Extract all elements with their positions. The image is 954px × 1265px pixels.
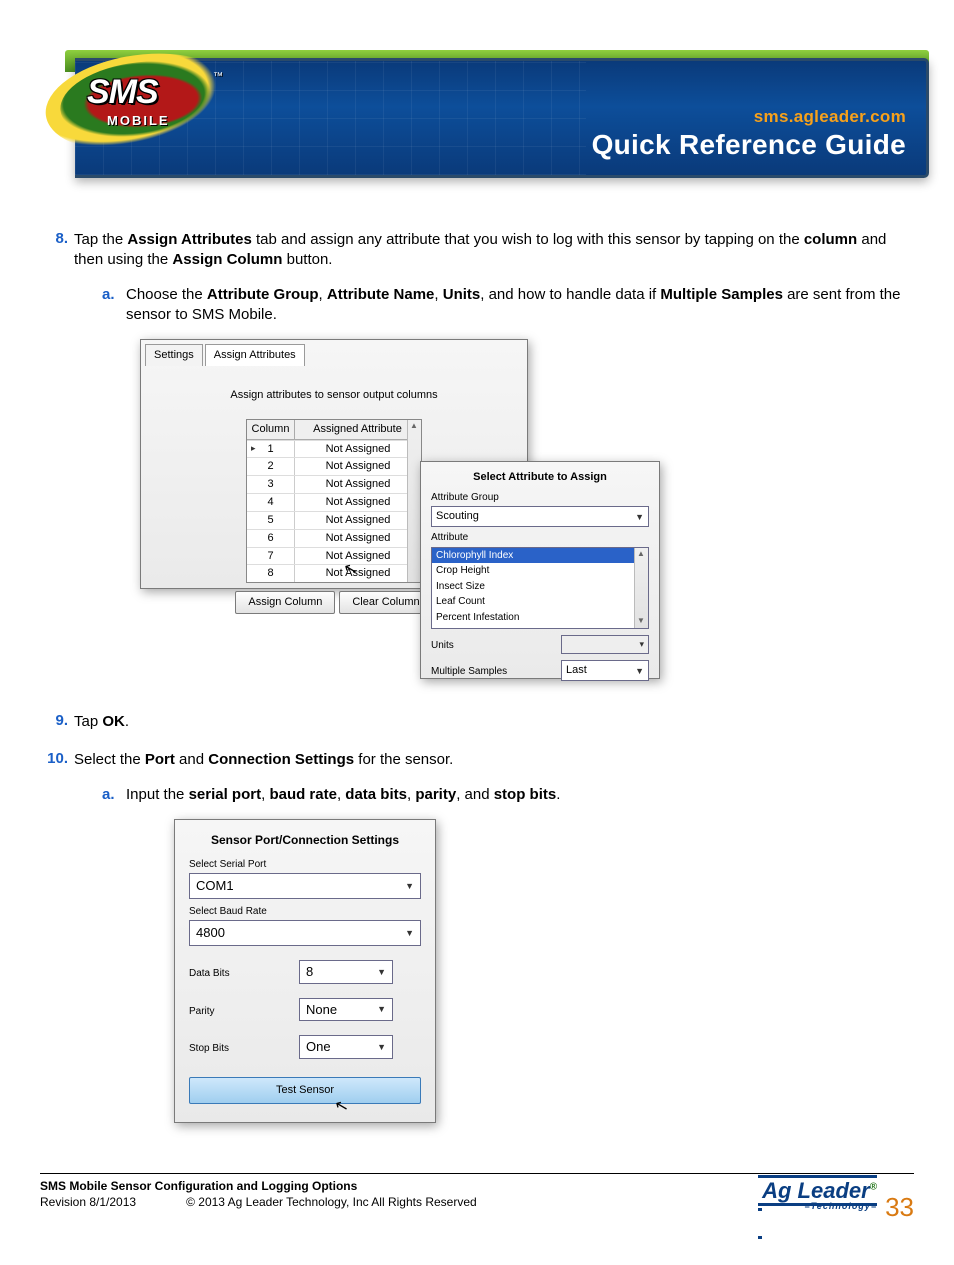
grid-header-assigned: Assigned Attribute [295,420,421,439]
chevron-down-icon: ▼ [377,1003,386,1015]
parity-combo[interactable]: None▼ [299,998,393,1022]
units-combo[interactable]: ▾ [561,635,649,653]
footer-revision: Revision 8/1/2013 [40,1195,136,1209]
grid-row[interactable]: 3Not Assigned [247,475,421,493]
step-9-text: Tap OK. [74,712,914,732]
step-number-8: 8. [40,230,74,694]
logo-subtext: MOBILE [107,113,170,128]
dialog2-title: Select Attribute to Assign [431,470,649,485]
step-10-text: Select the Port and Connection Settings … [74,750,914,1122]
page-footer: SMS Mobile Sensor Configuration and Logg… [40,1173,914,1237]
port-settings-screenshot: Sensor Port/Connection Settings Select S… [174,819,914,1123]
listbox-scrollbar[interactable] [634,548,648,628]
label-attribute: Attribute [431,531,649,545]
step-10a-text: Input the serial port, baud rate, data b… [126,785,560,805]
chevron-down-icon: ▼ [405,927,414,939]
grid-row[interactable]: ▸1Not Assigned [247,440,421,458]
footer-title: SMS Mobile Sensor Configuration and Logg… [40,1179,357,1193]
step-8a-letter: a. [102,285,126,326]
select-attribute-dialog: Select Attribute to Assign Attribute Gro… [420,461,660,679]
chevron-down-icon: ▼ [377,966,386,978]
label-parity: Parity [189,1005,299,1019]
step-8-text: Tap the Assign Attributes tab and assign… [74,230,914,694]
chevron-down-icon: ▼ [405,880,414,892]
tab-assign-attributes[interactable]: Assign Attributes [205,344,305,366]
list-item[interactable]: Leaf Count [432,594,648,610]
logo-text: SMS [87,73,158,112]
logo-tm: ™ [213,71,223,82]
data-bits-combo[interactable]: 8▼ [299,960,393,984]
list-item[interactable]: Chlorophyll Index [432,548,648,564]
list-item[interactable]: Pest Count [432,625,648,629]
assign-column-button[interactable]: Assign Column [235,591,335,614]
grid-scrollbar[interactable] [407,420,421,583]
label-serial-port: Select Serial Port [189,858,421,872]
banner-url: sms.agleader.com [754,107,906,127]
list-item[interactable]: Percent Infestation [432,610,648,626]
stop-bits-combo[interactable]: One▼ [299,1035,393,1059]
header-banner: sms.agleader.com Quick Reference Guide S… [25,30,929,180]
chevron-down-icon: ▾ [639,638,644,650]
test-sensor-button[interactable]: Test Sensor [189,1077,421,1104]
banner-title: Quick Reference Guide [592,129,906,161]
dialog-instruction: Assign attributes to sensor output colum… [145,388,523,403]
list-item[interactable]: Crop Height [432,563,648,579]
grid-row[interactable]: 5Not Assigned [247,511,421,529]
label-units: Units [431,639,553,653]
grid-row[interactable]: 4Not Assigned [247,493,421,511]
dialog3-title: Sensor Port/Connection Settings [189,832,421,848]
footer-copyright: © 2013 Ag Leader Technology, Inc All Rig… [186,1195,477,1209]
page-number: 33 [885,1192,914,1223]
step-number-10: 10. [40,750,74,1122]
attributes-grid[interactable]: Column Assigned Attribute ▸1Not Assigned… [246,419,422,584]
step-10a-letter: a. [102,785,126,805]
port-settings-dialog: Sensor Port/Connection Settings Select S… [174,819,436,1123]
assign-attributes-screenshot: Settings Assign Attributes Assign attrib… [140,339,914,684]
sms-mobile-logo: SMS ™ MOBILE [15,25,275,175]
step-number-9: 9. [40,712,74,732]
grid-header-column: Column [247,420,295,439]
clear-column-button[interactable]: Clear Column [339,591,432,614]
step-8a-text: Choose the Attribute Group, Attribute Na… [126,285,914,326]
attribute-group-combo[interactable]: Scouting▼ [431,506,649,527]
ag-leader-logo: Ag Leader® =Technology= [758,1175,877,1239]
list-item[interactable]: Insect Size [432,579,648,595]
grid-row[interactable]: 8Not Assigned [247,564,421,582]
baud-rate-combo[interactable]: 4800▼ [189,920,421,946]
multiple-samples-combo[interactable]: Last▼ [561,660,649,681]
chevron-down-icon: ▼ [377,1041,386,1053]
label-multiple-samples: Multiple Samples [431,665,553,679]
grid-row[interactable]: 2Not Assigned [247,457,421,475]
grid-row[interactable]: 6Not Assigned [247,529,421,547]
grid-row[interactable]: 7Not Assigned [247,547,421,565]
chevron-down-icon: ▼ [635,665,644,677]
chevron-down-icon: ▼ [635,511,644,523]
label-baud-rate: Select Baud Rate [189,905,421,919]
label-attribute-group: Attribute Group [431,491,649,505]
serial-port-combo[interactable]: COM1▼ [189,873,421,899]
label-stop-bits: Stop Bits [189,1042,299,1056]
tab-settings[interactable]: Settings [145,344,203,366]
label-data-bits: Data Bits [189,967,299,981]
attribute-listbox[interactable]: Chlorophyll Index Crop Height Insect Siz… [431,547,649,629]
